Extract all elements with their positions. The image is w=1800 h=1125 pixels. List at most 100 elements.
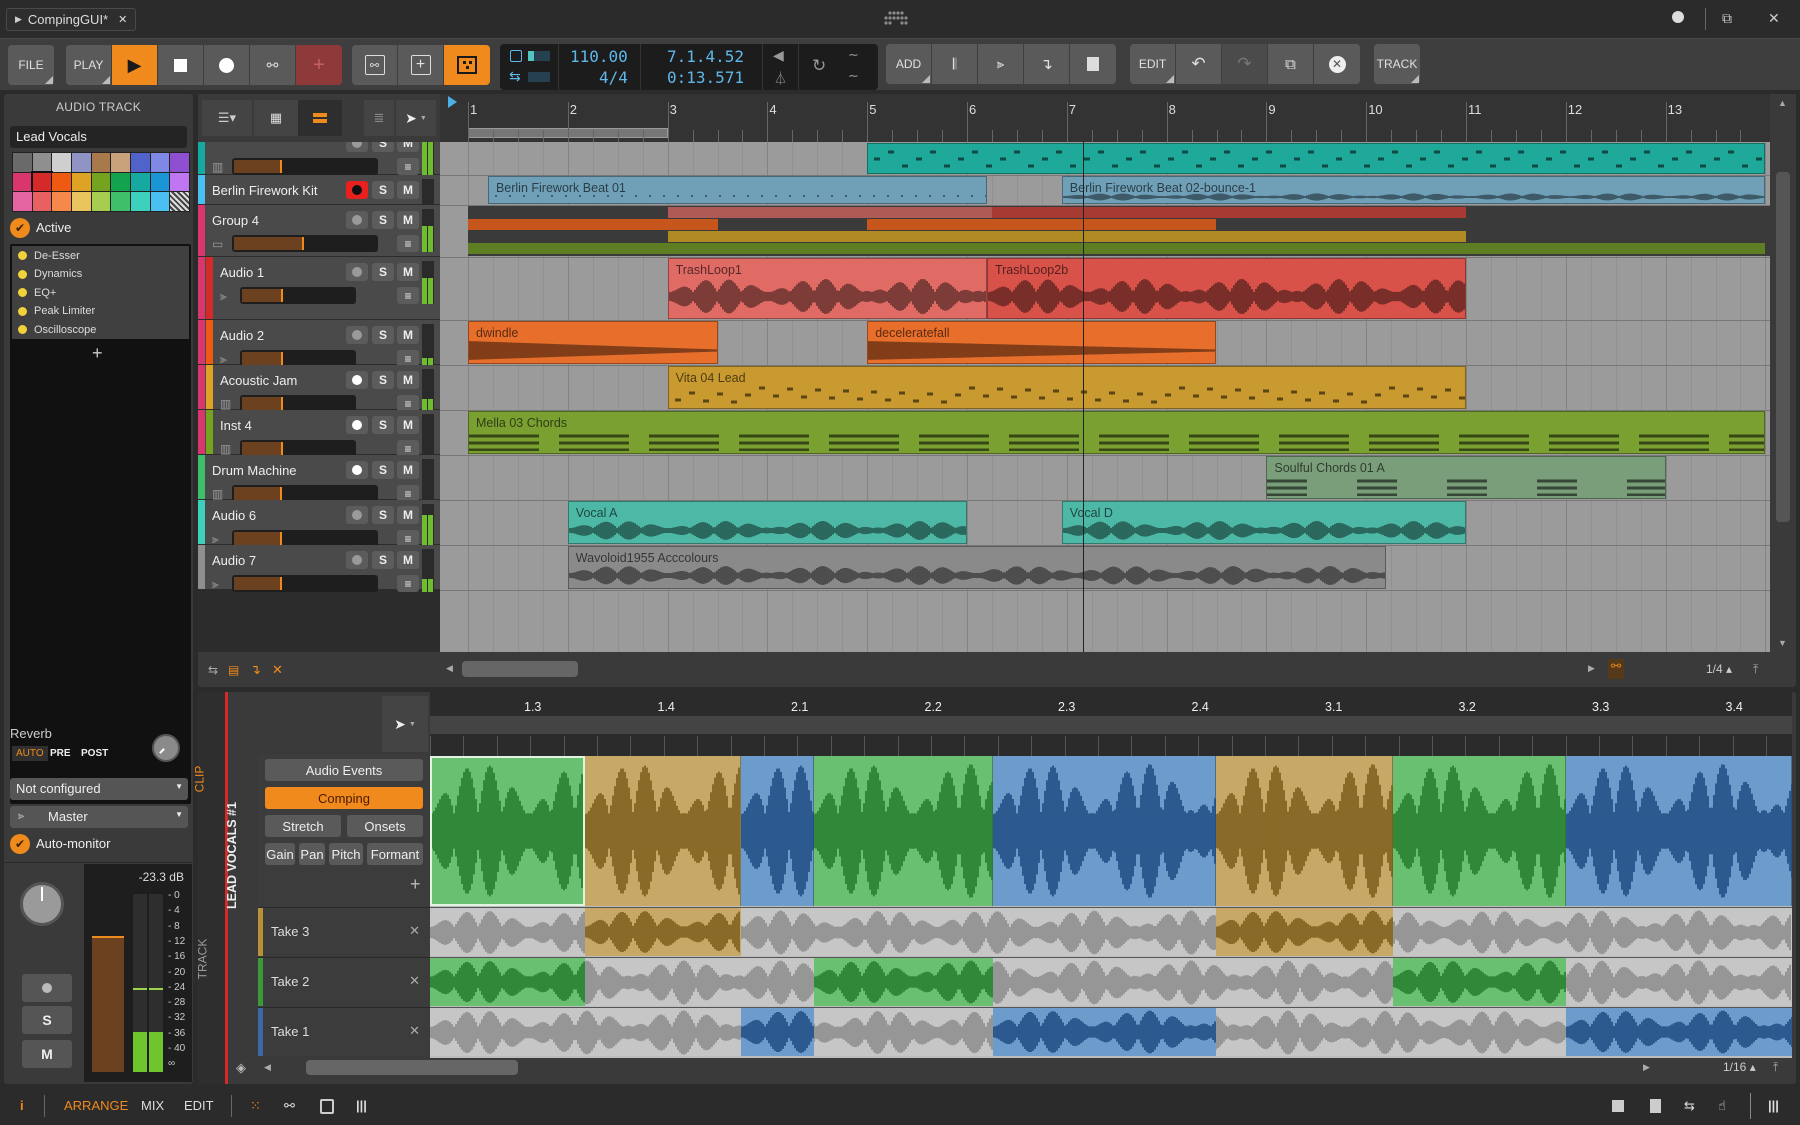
automation-view-icon[interactable]: ⚯	[284, 1098, 295, 1114]
add-launcher-button[interactable]: +	[398, 45, 444, 85]
remove-take-button[interactable]: ✕	[409, 923, 420, 939]
solo-button[interactable]: S	[372, 461, 394, 479]
detail-horizontal-scrollbar[interactable]	[306, 1060, 518, 1075]
send-knob[interactable]	[152, 734, 180, 762]
mute-button[interactable]: M	[397, 371, 419, 389]
detail-ruler[interactable]: 1.3 1.4 2.1 2.2 2.3 2.4 3.1 3.2 3.3 3.4	[430, 692, 1792, 756]
solo-button[interactable]: S	[372, 181, 394, 199]
add-file-button[interactable]	[1070, 44, 1116, 84]
automation-write-button[interactable]: ⚯	[250, 45, 296, 85]
solo-button[interactable]: S	[22, 1006, 72, 1034]
grid-toggle-icon[interactable]: ⁙	[250, 1098, 261, 1114]
take-selection[interactable]	[740, 1008, 815, 1056]
arranger-clip[interactable]: Wavoloid1955 Acccolours	[567, 546, 1387, 589]
record-arm-button[interactable]	[346, 551, 368, 569]
mute-button[interactable]: M	[397, 461, 419, 479]
take-selection[interactable]	[992, 1008, 1216, 1056]
io-icon[interactable]: ⇆	[1684, 1098, 1695, 1114]
device-power-icon[interactable]	[18, 251, 27, 260]
detail-scroll-left-icon[interactable]: ◀	[264, 1062, 271, 1073]
input-select[interactable]: Not configured ▼	[10, 778, 188, 800]
arranger-clip[interactable]	[867, 143, 1766, 174]
scroll-thumb[interactable]	[1776, 172, 1790, 522]
fold-icon[interactable]: ↴	[250, 662, 261, 678]
color-swatch[interactable]	[52, 192, 71, 211]
volume-fader[interactable]	[232, 158, 378, 175]
track-header[interactable]: Group 4 S M ▭ ≡	[198, 205, 440, 257]
file-icon[interactable]	[1650, 1099, 1661, 1113]
metronome-icon[interactable]: ⏃	[774, 68, 787, 87]
device-power-icon[interactable]	[18, 325, 27, 334]
color-swatch[interactable]	[91, 172, 111, 192]
device-power-icon[interactable]	[18, 288, 27, 297]
track-header[interactable]: Drum Machine S M ▥ ≡	[198, 455, 440, 502]
color-swatch[interactable]	[32, 153, 52, 172]
color-swatch[interactable]	[91, 153, 111, 172]
solo-button[interactable]: S	[372, 263, 394, 281]
take-header[interactable]: Take 3 ✕	[258, 907, 430, 956]
comping-editor[interactable]	[430, 756, 1792, 1058]
mute-button[interactable]: M	[397, 263, 419, 281]
redo-button[interactable]: ↷	[1222, 44, 1268, 84]
device-item[interactable]: Dynamics	[12, 264, 189, 284]
arranger-clip[interactable]: Vita 04 Lead	[667, 366, 1466, 409]
color-swatch[interactable]	[30, 170, 54, 194]
arrange-options-icon[interactable]: ⇆	[208, 663, 218, 677]
mute-button[interactable]: M	[397, 551, 419, 569]
punch-in-icon[interactable]: ◀	[773, 47, 784, 64]
file-menu-button[interactable]: FILE	[8, 45, 54, 85]
record-arm-button[interactable]	[346, 416, 368, 434]
play-menu-button[interactable]: PLAY	[66, 45, 112, 85]
solo-button[interactable]: S	[372, 506, 394, 524]
take-selection[interactable]	[1392, 958, 1566, 1006]
device-item[interactable]: Oscilloscope	[12, 320, 189, 339]
fade-in-icon[interactable]: ∼	[848, 47, 859, 63]
auto-monitor-checkbox[interactable]: ✔	[10, 834, 30, 854]
group-clip-bar[interactable]	[468, 219, 718, 230]
edit-menu-button[interactable]: EDIT	[1130, 44, 1176, 84]
vertical-scrollbar[interactable]: ▲ ▼	[1770, 94, 1796, 654]
take-header[interactable]: Take 1 ✕	[258, 1007, 430, 1056]
scroll-left-icon[interactable]: ◀	[446, 663, 453, 674]
detail-scroll-right-icon[interactable]: ▶	[1643, 1062, 1650, 1073]
onsets-button[interactable]: Onsets	[347, 815, 423, 837]
send-mode-pre[interactable]: PRE	[50, 748, 71, 759]
send-mode-auto[interactable]: AUTO	[12, 746, 48, 761]
arranger-clip[interactable]: Berlin Firework Beat 02-bounce-1	[1061, 176, 1766, 204]
device-power-icon[interactable]	[18, 306, 27, 316]
track-list-menu-button[interactable]: ☰▾	[202, 100, 252, 136]
track-header[interactable]: Berlin Firework KitSM▥≡	[198, 175, 440, 222]
browser-folder-icon[interactable]	[1612, 1100, 1624, 1112]
track-header[interactable]: Acoustic Jam S M ▥ ≡	[198, 365, 440, 412]
mute-button[interactable]: M	[397, 211, 419, 229]
record-arm-button[interactable]	[346, 211, 368, 229]
arranger-clip[interactable]: TrashLoop2b	[986, 258, 1466, 319]
color-swatch[interactable]	[52, 153, 71, 172]
active-checkbox[interactable]: ✔	[10, 218, 30, 238]
track-header[interactable]: Inst 4 S M ▥ ≡	[198, 410, 440, 457]
record-arm-button[interactable]	[346, 142, 368, 152]
color-swatch[interactable]	[170, 153, 189, 172]
track-header[interactable]: S M ▥ ≡	[198, 142, 440, 175]
duplicate-button[interactable]: ⧉	[1268, 44, 1314, 84]
horizontal-scrollbar[interactable]	[462, 661, 578, 677]
track-menu-button[interactable]: ≡	[397, 287, 419, 304]
detail-zoom-fit-icon[interactable]: ⤒	[1773, 1060, 1778, 1075]
solo-button[interactable]: S	[372, 371, 394, 389]
gain-button[interactable]: Gain	[265, 843, 295, 865]
device-item[interactable]: De-Esser	[12, 246, 189, 265]
color-swatch[interactable]	[13, 153, 32, 172]
comp-segment[interactable]	[740, 756, 815, 906]
solo-button[interactable]: S	[372, 326, 394, 344]
delete-button[interactable]: ✕	[1314, 44, 1360, 84]
clip-tab-label[interactable]: CLIP	[192, 766, 206, 793]
edit-view-tab[interactable]: EDIT	[184, 1098, 214, 1113]
document-tab[interactable]: ▶ CompingGUI* ✕	[6, 8, 137, 31]
record-arm-button[interactable]	[346, 263, 368, 281]
arranger-timeline[interactable]: Berlin Firework Beat 01 Berlin Firework B…	[440, 142, 1770, 652]
record-arm-button[interactable]	[346, 181, 368, 199]
comp-segment[interactable]	[585, 756, 741, 906]
undo-button[interactable]: ↶	[1176, 44, 1222, 84]
take-selection[interactable]	[585, 908, 741, 956]
color-swatch[interactable]	[32, 192, 52, 211]
